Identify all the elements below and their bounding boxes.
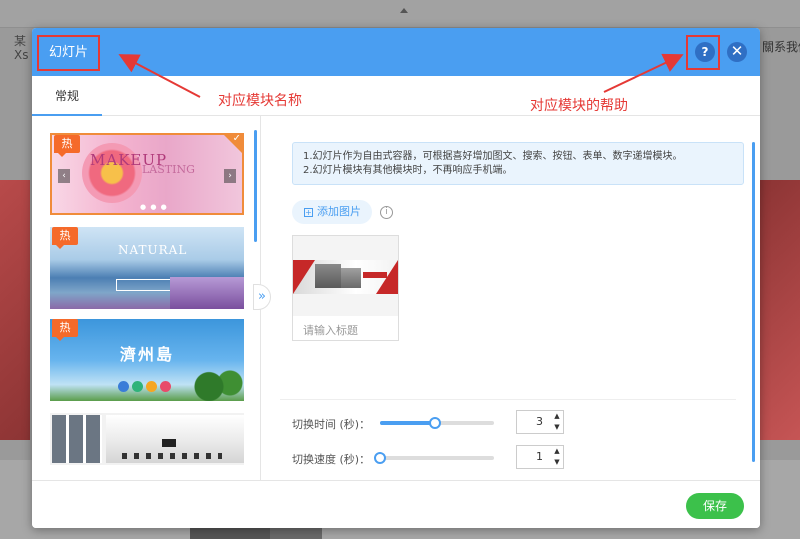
add-image-button[interactable]: + 添加图片 — [292, 200, 372, 224]
settings-scrollbar[interactable] — [752, 142, 755, 462]
notice-line: 2.幻灯片模块有其他模块时，不再响应手机端。 — [303, 165, 513, 176]
hot-badge: 热 — [54, 135, 80, 157]
slide-thumbnail — [293, 236, 398, 316]
stepper-value[interactable]: 1 — [517, 446, 553, 468]
add-image-label: 添加图片 — [317, 205, 361, 218]
tree-image — [185, 365, 244, 401]
background-block — [190, 528, 270, 539]
background-left-text: 某 Xs — [14, 34, 29, 62]
chairs-image — [122, 453, 222, 459]
plus-icon: + — [304, 208, 313, 217]
notice-line: 1.幻灯片作为自由式容器，可根据喜好增加图文、搜索、按钮、表单、数字递增模块。 — [303, 151, 683, 162]
template-item-natural[interactable]: NATURAL 热 — [50, 227, 244, 309]
background-toolbar — [0, 0, 800, 28]
background-banner-right — [760, 180, 800, 440]
hot-badge: 热 — [52, 227, 78, 249]
dialog-footer: 保存 — [32, 480, 760, 528]
chevron-left-icon: ‹ — [58, 169, 70, 183]
caret-down-icon[interactable]: ▼ — [551, 422, 563, 433]
photo-grid-image — [52, 415, 102, 463]
switch-time-stepper[interactable]: 3 ▲ ▼ — [516, 410, 564, 434]
switch-time-slider[interactable] — [380, 417, 494, 429]
help-icon[interactable]: ? — [695, 42, 715, 62]
save-button[interactable]: 保存 — [686, 493, 744, 519]
annotation-module-name: 对应模块名称 — [218, 93, 302, 109]
template-item-jeju[interactable]: 濟州島 热 — [50, 319, 244, 401]
dialog-header: 幻灯片 ? ✕ — [32, 28, 760, 76]
stepper-value[interactable]: 3 — [517, 411, 553, 433]
template-button-outline — [116, 279, 176, 291]
background-banner-left — [0, 180, 30, 440]
caret-up-icon — [400, 8, 408, 13]
tab-bar: 常规 — [32, 76, 760, 116]
info-icon[interactable]: i — [380, 206, 393, 219]
caret-up-icon[interactable]: ▲ — [551, 446, 563, 457]
expand-panel-button[interactable]: » — [253, 284, 271, 310]
dialog-title: 幻灯片 — [37, 35, 100, 71]
switch-speed-stepper[interactable]: 1 ▲ ▼ — [516, 445, 564, 469]
lavender-image — [170, 277, 244, 309]
pagination-dots: ● ● ● — [140, 203, 168, 211]
caret-down-icon[interactable]: ▼ — [551, 457, 563, 468]
slideshow-dialog: 幻灯片 ? ✕ 常规 MAKEUP LASTING 热 ✓ ‹ › ● ● ● … — [32, 28, 760, 528]
usage-notice: 1.幻灯片作为自由式容器，可根据喜好增加图文、搜索、按钮、表单、数字递增模块。 … — [292, 142, 744, 185]
template-list: MAKEUP LASTING 热 ✓ ‹ › ● ● ● NATURAL 热 濟… — [32, 116, 261, 480]
template-item-office[interactable] — [50, 413, 244, 465]
slide-image-card[interactable]: 请输入标题 — [292, 235, 399, 341]
chevron-right-icon: › — [224, 169, 236, 183]
template-icon-row — [118, 381, 178, 393]
divider — [280, 399, 736, 400]
template-text: NATURAL — [118, 243, 188, 257]
template-text: 濟州島 — [120, 345, 175, 364]
slider-fill — [380, 421, 435, 425]
tv-image — [162, 439, 176, 447]
switch-time-label: 切换时间 (秒)： — [292, 418, 371, 431]
slider-handle[interactable] — [374, 452, 386, 464]
switch-speed-slider[interactable] — [374, 452, 494, 464]
caret-up-icon[interactable]: ▲ — [551, 411, 563, 422]
annotation-module-help: 对应模块的帮助 — [530, 98, 628, 114]
template-list-scrollbar[interactable] — [254, 130, 257, 242]
close-icon[interactable]: ✕ — [727, 42, 747, 62]
template-subtext: LASTING — [142, 163, 195, 176]
slide-title-input[interactable]: 请输入标题 — [303, 322, 358, 338]
background-right-text: 關系我們 — [762, 40, 800, 54]
hot-badge: 热 — [52, 319, 78, 341]
checkmark-icon: ✓ — [232, 133, 241, 144]
switch-speed-label: 切换速度 (秒)： — [292, 453, 371, 466]
tab-general[interactable]: 常规 — [32, 76, 102, 116]
template-item-makeup[interactable]: MAKEUP LASTING 热 ✓ ‹ › ● ● ● — [50, 133, 244, 215]
slider-handle[interactable] — [428, 417, 441, 429]
